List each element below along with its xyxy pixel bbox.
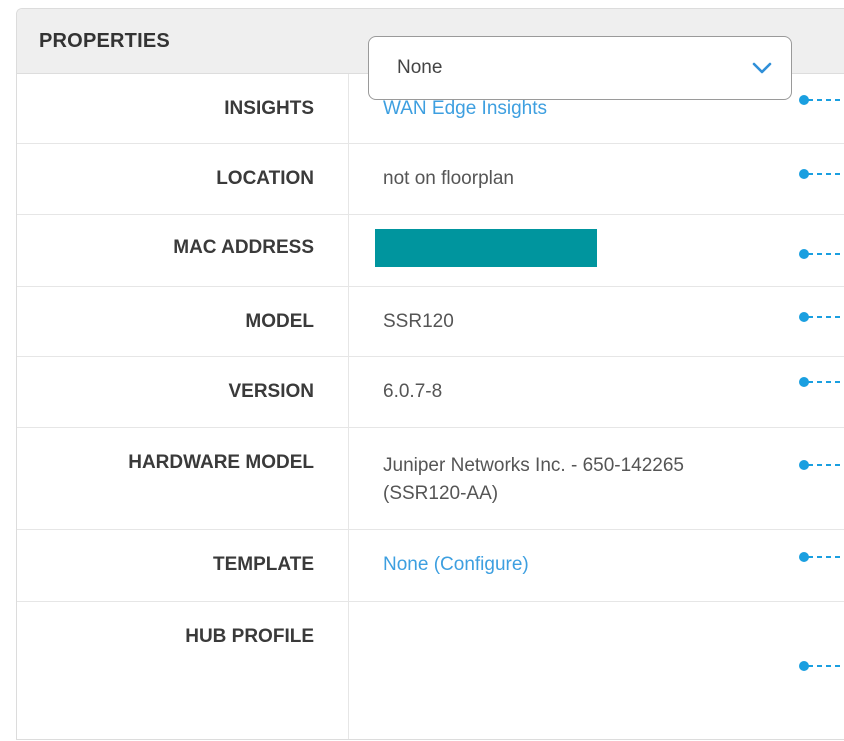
connector-dot-icon [799,95,844,105]
property-row-template: TEMPLATE None (Configure) [17,530,844,602]
property-row-version: VERSION 6.0.7-8 [17,357,844,428]
connector-dot-icon [799,249,844,259]
location-value: not on floorplan [383,168,514,189]
mac-address-value [349,215,844,286]
property-label: TEMPLATE [17,530,349,601]
connector-dot-icon [799,169,844,179]
property-label: HARDWARE MODEL [17,428,349,529]
property-row-hardware-model: HARDWARE MODEL Juniper Networks Inc. - 6… [17,428,844,530]
hub-profile-select[interactable]: None [368,36,792,100]
properties-panel: PROPERTIES INSIGHTS WAN Edge Insights LO… [16,8,844,740]
property-label: MODEL [17,287,349,356]
connector-dot-icon [799,552,844,562]
connector-dot-icon [799,377,844,387]
property-label: VERSION [17,357,349,427]
template-configure-link[interactable]: None (Configure) [349,530,844,601]
property-row-location: LOCATION not on floorplan [17,144,844,215]
model-value: SSR120 [383,311,454,332]
property-label: HUB PROFILE [17,602,349,739]
property-label: INSIGHTS [17,74,349,143]
hub-profile-value [349,602,844,739]
hardware-model-line-1: Juniper Networks Inc. - 650-142265 [383,455,684,476]
connector-dot-icon [799,661,844,671]
hardware-model-line-2: (SSR120-AA) [383,483,499,504]
connector-dot-icon [799,460,844,470]
property-row-hub-profile: HUB PROFILE [17,602,844,739]
property-label: LOCATION [17,144,349,214]
hardware-model-value: Juniper Networks Inc. - 650-142265 (SSR1… [349,428,844,529]
property-row-model: MODEL SSR120 [17,287,844,357]
property-label: MAC ADDRESS [17,215,349,286]
chevron-down-icon [752,62,772,74]
connector-dot-icon [799,312,844,322]
version-value: 6.0.7-8 [383,381,443,402]
property-row-mac-address: MAC ADDRESS [17,215,844,287]
redaction-block [375,229,597,267]
hub-profile-selected-value: None [397,57,443,78]
